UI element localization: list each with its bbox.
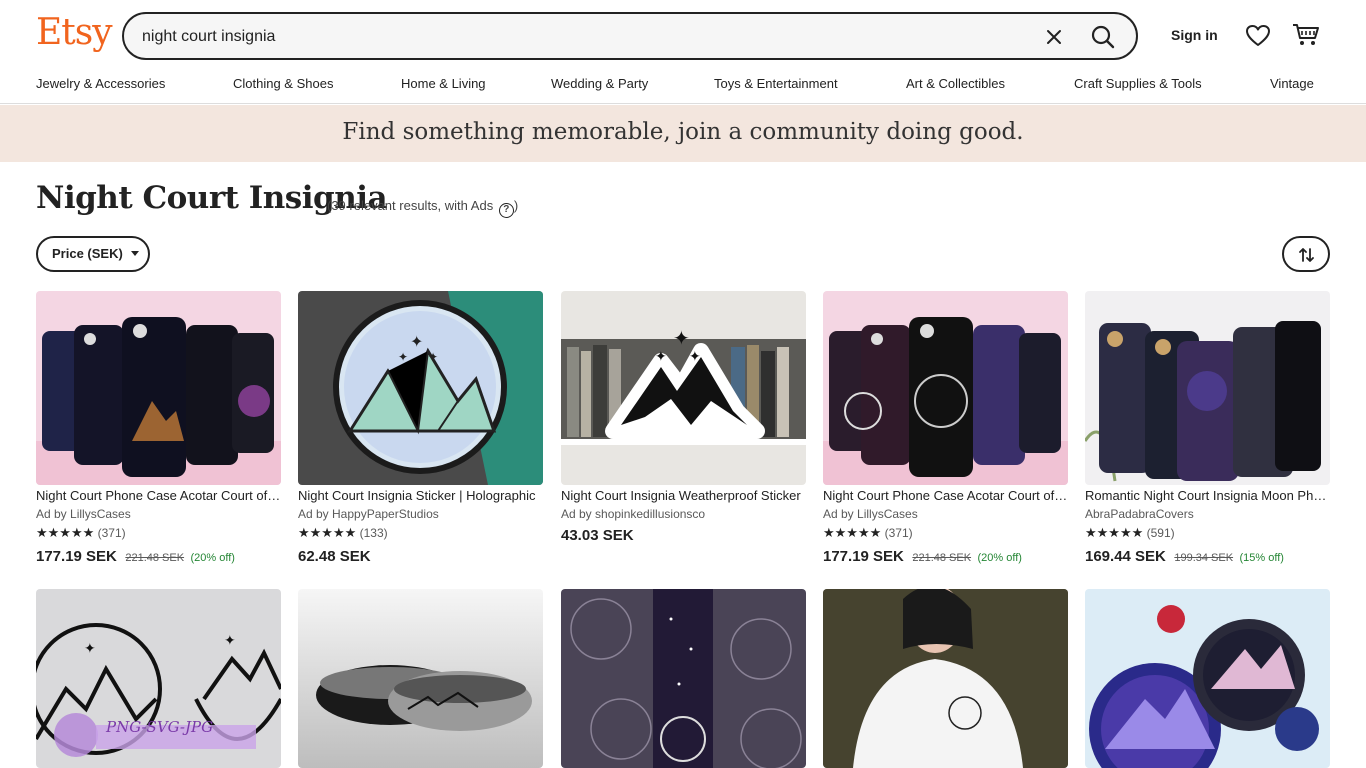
nav-toys-entertainment[interactable]: Toys & Entertainment	[714, 76, 838, 91]
star-rating: ★★★★★	[823, 525, 882, 540]
sort-button[interactable]	[1282, 236, 1330, 272]
results-count-close: )	[513, 198, 519, 213]
price-line: 177.19 SEK 221.48 SEK (20% off)	[36, 548, 235, 566]
shop-name[interactable]: Ad by LillysCases	[36, 507, 281, 521]
rating: ★★★★★ (591)	[1085, 525, 1175, 541]
product-image[interactable]	[561, 589, 806, 768]
product-title[interactable]: Romantic Night Court Insignia Moon Phone…	[1085, 488, 1330, 503]
svg-text:✦: ✦	[655, 349, 667, 365]
price-filter-label: Price (SEK)	[52, 246, 123, 261]
price: 62.48 SEK	[298, 548, 371, 565]
discount: (20% off)	[977, 552, 1022, 564]
original-price: 221.48 SEK	[912, 552, 972, 564]
shop-name[interactable]: AbraPadabraCovers	[1085, 507, 1330, 521]
search-icon[interactable]	[1088, 22, 1118, 52]
shop-name[interactable]: Ad by HappyPaperStudios	[298, 507, 543, 521]
original-price: 199.34 SEK	[1174, 552, 1234, 564]
svg-text:✦: ✦	[84, 641, 96, 657]
review-count: (591)	[1146, 526, 1175, 540]
svg-text:✦: ✦	[689, 349, 701, 365]
banner-text: Find something memorable, join a communi…	[342, 119, 1024, 145]
price-line: 43.03 SEK	[561, 527, 634, 545]
product-image[interactable]: ✦ ✦ PNG-SVG-JPG	[36, 589, 281, 768]
svg-text:✦: ✦	[428, 350, 438, 364]
discount: (20% off)	[190, 552, 235, 564]
price-line: 169.44 SEK 199.34 SEK (15% off)	[1085, 548, 1284, 566]
price: 169.44 SEK	[1085, 548, 1166, 565]
price-line: 177.19 SEK 221.48 SEK (20% off)	[823, 548, 1022, 566]
svg-text:✦: ✦	[410, 332, 423, 351]
shop-name[interactable]: Ad by shopinkedillusionsco	[561, 507, 806, 521]
product-image[interactable]	[36, 291, 281, 485]
price-filter-button[interactable]: Price (SEK)	[36, 236, 150, 272]
results-count: (39 relevant results, with Ads ?)	[327, 198, 518, 218]
product-title[interactable]: Night Court Phone Case Acotar Court of D…	[823, 488, 1068, 503]
category-nav: Jewelry & Accessories Clothing & Shoes H…	[36, 76, 1330, 96]
product-image[interactable]	[298, 589, 543, 768]
promo-banner: Find something memorable, join a communi…	[0, 105, 1366, 162]
etsy-logo[interactable]: Etsy	[36, 12, 113, 53]
product-image[interactable]: ✦ ✦ ✦	[561, 291, 806, 485]
rating: ★★★★★ (371)	[36, 525, 126, 541]
review-count: (371)	[884, 526, 913, 540]
search-input[interactable]	[142, 25, 1022, 49]
clear-icon[interactable]	[1042, 25, 1066, 49]
sign-in-link[interactable]: Sign in	[1171, 27, 1218, 43]
nav-clothing-shoes[interactable]: Clothing & Shoes	[233, 76, 333, 91]
review-count: (133)	[359, 526, 388, 540]
product-title[interactable]: Night Court Insignia Sticker | Holograph…	[298, 488, 543, 503]
help-icon[interactable]: ?	[498, 203, 514, 218]
discount: (15% off)	[1239, 552, 1284, 564]
nav-craft-supplies-tools[interactable]: Craft Supplies & Tools	[1074, 76, 1202, 91]
review-count: (371)	[97, 526, 126, 540]
product-image[interactable]: ✦ ✦ ✦	[298, 291, 543, 485]
star-rating: ★★★★★	[1085, 525, 1144, 540]
sort-icon	[1299, 248, 1314, 262]
nav-vintage[interactable]: Vintage	[1270, 76, 1314, 91]
price-line: 62.48 SEK	[298, 548, 371, 566]
star-rating: ★★★★★	[298, 525, 357, 540]
product-image[interactable]	[1085, 291, 1330, 485]
shop-name[interactable]: Ad by LillysCases	[823, 507, 1068, 521]
product-image[interactable]	[823, 589, 1068, 768]
heart-icon[interactable]	[1245, 24, 1271, 48]
watermark-text: PNG-SVG-JPG	[105, 718, 213, 736]
star-rating: ★★★★★	[36, 525, 95, 540]
nav-art-collectibles[interactable]: Art & Collectibles	[906, 76, 1005, 91]
price: 177.19 SEK	[36, 548, 117, 565]
rating: ★★★★★ (133)	[298, 525, 388, 541]
site-header: Etsy Sign in Jewelry & Accessories Cloth…	[0, 0, 1366, 104]
svg-text:✦: ✦	[224, 633, 236, 649]
rating: ★★★★★ (371)	[823, 525, 913, 541]
product-title[interactable]: Night Court Insignia Weatherproof Sticke…	[561, 488, 806, 503]
cart-icon[interactable]	[1292, 22, 1320, 48]
results-count-text: (39 relevant results, with Ads	[327, 198, 494, 213]
product-image[interactable]	[823, 291, 1068, 485]
search-bar	[122, 12, 1138, 60]
price: 43.03 SEK	[561, 527, 634, 544]
nav-home-living[interactable]: Home & Living	[401, 76, 486, 91]
nav-wedding-party[interactable]: Wedding & Party	[551, 76, 648, 91]
original-price: 221.48 SEK	[125, 552, 185, 564]
product-image[interactable]	[1085, 589, 1330, 768]
svg-text:✦: ✦	[673, 326, 690, 350]
product-title[interactable]: Night Court Phone Case Acotar Court of D…	[36, 488, 281, 503]
caret-down-icon	[131, 251, 140, 256]
price: 177.19 SEK	[823, 548, 904, 565]
nav-jewelry-accessories[interactable]: Jewelry & Accessories	[36, 76, 165, 91]
svg-text:✦: ✦	[398, 350, 408, 364]
